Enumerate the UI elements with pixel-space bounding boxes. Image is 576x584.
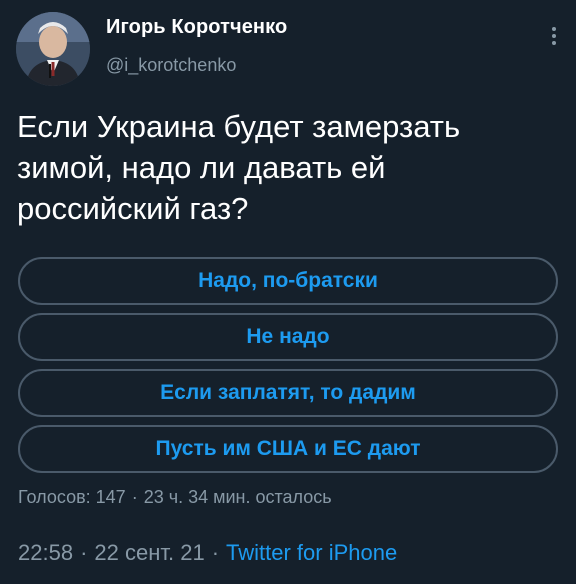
dot xyxy=(552,27,556,31)
tweet-timestamp: 22:58 · 22 сент. 21 · Twitter for iPhone xyxy=(18,540,397,566)
poll-option-2[interactable]: Не надо xyxy=(18,313,558,361)
tweet-source-link[interactable]: Twitter for iPhone xyxy=(226,540,397,565)
tweet-date[interactable]: 22 сент. 21 xyxy=(94,540,204,565)
poll: Надо, по-братски Не надо Если заплатят, … xyxy=(18,257,558,481)
poll-status: Голосов: 147 · 23 ч. 34 мин. осталось xyxy=(18,487,332,508)
poll-option-3[interactable]: Если заплатят, то дадим xyxy=(18,369,558,417)
more-vertical-icon[interactable] xyxy=(548,24,560,48)
tweet-time[interactable]: 22:58 xyxy=(18,540,73,565)
dot xyxy=(552,41,556,45)
avatar[interactable] xyxy=(16,12,90,86)
poll-option-1[interactable]: Надо, по-братски xyxy=(18,257,558,305)
separator: · xyxy=(131,487,138,507)
tweet-card: Игорь Коротченко @i_korotchenko Если Укр… xyxy=(0,0,576,584)
author-handle[interactable]: @i_korotchenko xyxy=(106,55,236,76)
tweet-text-line: зимой, надо ли давать ей xyxy=(17,150,386,185)
avatar-image xyxy=(16,12,90,86)
poll-option-4[interactable]: Пусть им США и ЕС дают xyxy=(18,425,558,473)
dot xyxy=(552,34,556,38)
tweet-text: Если Украина будет замерзать зимой, надо… xyxy=(17,106,557,229)
separator: · xyxy=(211,540,220,565)
poll-time-left: 23 ч. 34 мин. осталось xyxy=(143,487,332,507)
author-name[interactable]: Игорь Коротченко xyxy=(106,16,287,39)
poll-vote-count: Голосов: 147 xyxy=(18,487,126,507)
tweet-text-line: российский газ? xyxy=(17,191,249,226)
separator: · xyxy=(80,540,88,565)
tweet-text-line: Если Украина будет замерзать xyxy=(17,109,461,144)
